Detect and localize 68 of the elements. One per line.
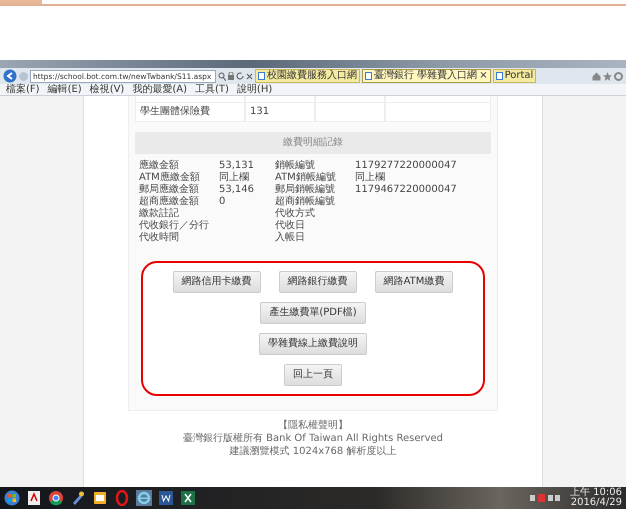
lock-icon[interactable] (228, 72, 234, 80)
browser-note: 建議瀏覽模式 1024x768 解析度以上 (228, 445, 398, 458)
tab-label: 校園繳費服務入口網 (267, 70, 357, 82)
menu-item[interactable]: 檢視(V) (90, 84, 124, 95)
tab-close-button[interactable]: × (479, 70, 488, 82)
detail-label: 應繳金額 (139, 160, 179, 171)
detail-label: 超商銷帳編號 (275, 196, 335, 207)
detail-label: 入帳日 (275, 232, 305, 243)
detail-value: 同上欄 (219, 172, 249, 183)
action-button[interactable]: 回上一頁 (284, 364, 342, 386)
privacy-link[interactable]: 【隱私權聲明】 (278, 420, 348, 431)
detail-label: 代收銀行／分行 (139, 220, 209, 231)
pdf-app-icon[interactable] (26, 490, 42, 506)
close-icon[interactable] (246, 72, 253, 80)
menu-item[interactable]: 我的最愛(A) (132, 84, 187, 95)
detail-label: 代收時間 (139, 232, 179, 243)
ie-app-icon[interactable] (136, 490, 152, 506)
detail-label: 代收方式 (275, 208, 315, 219)
tray-icons[interactable] (530, 494, 560, 502)
detail-label: ATM應繳金額 (139, 172, 200, 183)
menu-item[interactable]: 檔案(F) (6, 84, 40, 95)
detail-value: 53,146 (219, 184, 254, 195)
search-icon[interactable] (218, 72, 226, 80)
action-button[interactable]: 網路ATM繳費 (374, 271, 454, 293)
folder-app-icon[interactable] (92, 490, 108, 506)
page-icon (258, 72, 265, 80)
detail-value: 0 (219, 196, 226, 207)
table-cell: 131 (245, 103, 315, 122)
detail-label: 銷帳編號 (275, 160, 315, 171)
detail-label: ATM銷帳編號 (275, 172, 336, 183)
browser-tab[interactable]: 校園繳費服務入口網 (255, 69, 360, 83)
browser-app-icon[interactable] (48, 490, 64, 506)
detail-label: 繳款註記 (139, 208, 179, 219)
browser-tab[interactable]: 臺灣銀行 學雜費入口網 × (362, 69, 491, 83)
browser-tab[interactable]: Portal (492, 69, 536, 83)
refresh-icon[interactable] (236, 72, 244, 80)
menu-item[interactable]: 工具(T) (195, 84, 229, 95)
excel-app-icon[interactable] (180, 490, 196, 506)
opera-app-icon[interactable] (114, 490, 130, 506)
home-icon[interactable] (592, 72, 601, 80)
detail-label: 代收日 (275, 220, 305, 231)
detail-value: 53,131 (219, 160, 254, 171)
tab-label: 臺灣銀行 學雜費入口網 (374, 70, 478, 82)
action-button[interactable]: 學雜費線上繳費說明 (259, 333, 367, 355)
page-icon (365, 72, 372, 80)
menu-item[interactable]: 說明(H) (236, 84, 272, 95)
action-button[interactable]: 產生繳費單(PDF檔) (260, 302, 366, 324)
action-button[interactable]: 網路銀行繳費 (278, 271, 357, 293)
detail-value: 同上欄 (355, 172, 385, 183)
star-icon[interactable] (603, 72, 612, 80)
section-header: 繳費明細記錄 (135, 132, 491, 154)
detail-value: 1179467220000047 (355, 184, 457, 195)
detail-label: 郵局應繳金額 (139, 184, 199, 195)
tool-app-icon[interactable] (70, 490, 86, 506)
copyright-text: 臺灣銀行版權所有 Bank Of Taiwan All Rights Reserved (182, 432, 444, 445)
page-icon (496, 72, 503, 80)
tab-label: Portal (504, 70, 534, 82)
word-app-icon[interactable] (158, 490, 174, 506)
detail-label: 郵局銷帳編號 (275, 184, 335, 195)
back-icon[interactable] (3, 69, 17, 83)
action-button[interactable]: 網路信用卡繳費 (172, 271, 261, 293)
start-icon[interactable] (4, 490, 20, 506)
clock-text: 上午 10:06 2016/4/29 (570, 488, 622, 508)
menu-item[interactable]: 編輯(E) (48, 84, 82, 95)
table-cell: 學生團體保險費 (135, 103, 245, 122)
settings-icon[interactable] (614, 72, 623, 80)
detail-value: 1179277220000047 (355, 160, 457, 171)
detail-label: 超商應繳金額 (139, 196, 199, 207)
